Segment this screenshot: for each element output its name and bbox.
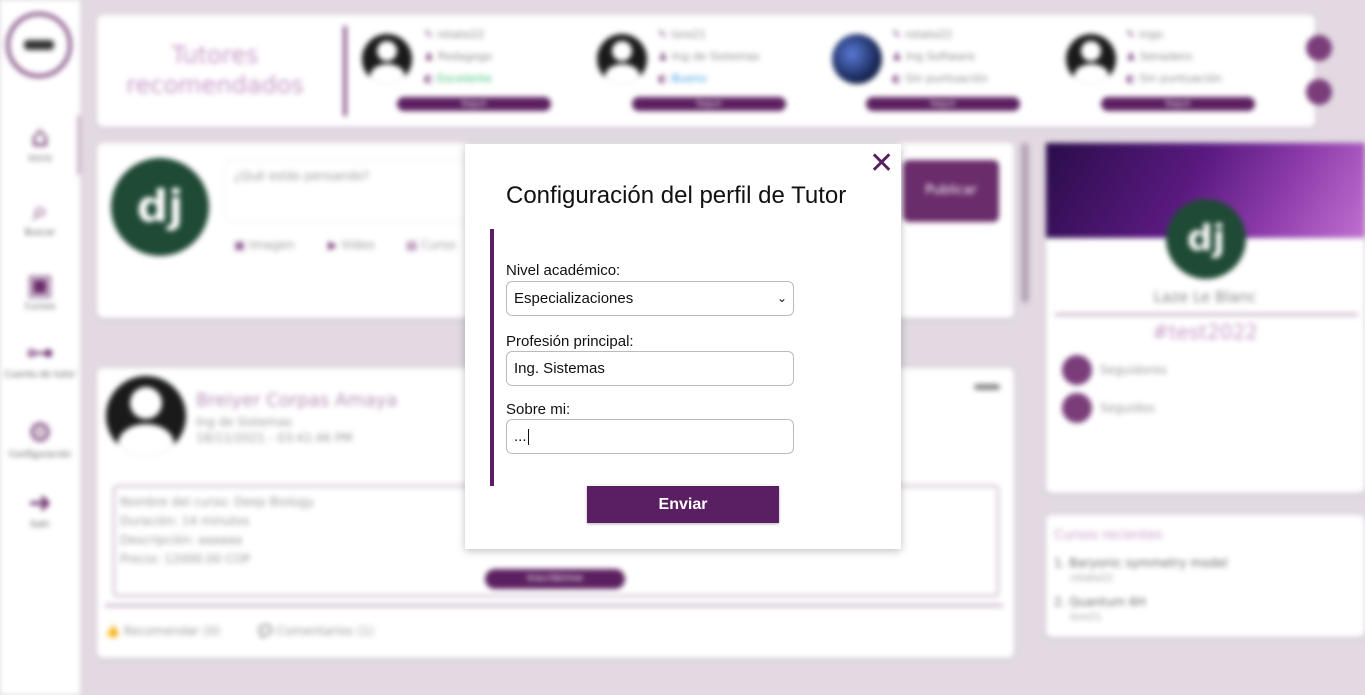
sidebar-scrollbar[interactable] [77, 115, 81, 175]
about-me-input[interactable]: ... [506, 419, 794, 454]
recommend-button[interactable]: 👍 Recomendar (0) [105, 624, 220, 638]
publish-button[interactable]: Publicar [903, 160, 999, 222]
tutor-profile-settings-modal: ✕ Configuración del perfil de Tutor Nive… [465, 144, 901, 549]
chevron-down-icon: ⌄ [776, 291, 787, 305]
modal-accent-bar [490, 229, 494, 486]
close-icon[interactable]: ✕ [869, 148, 894, 180]
tutor-rating: ◐ Bueno [658, 72, 707, 85]
academic-level-select[interactable]: Especializaciones ⌄ [506, 281, 794, 316]
tutor-avatar[interactable] [362, 34, 412, 84]
comments-button[interactable]: 💬 Comentarios (1) [258, 624, 374, 638]
recent-courses-title: Cursos recientes [1054, 528, 1163, 543]
post-divider [105, 604, 1003, 607]
sidebar-item-settings[interactable]: ⚙ Configuración [0, 416, 80, 461]
follow-button[interactable]: Seguir [866, 97, 1020, 111]
tutor-avatar[interactable] [832, 34, 882, 84]
home-icon: ⌂ [31, 120, 49, 153]
post-author-avatar[interactable] [106, 376, 186, 456]
modal-title: Configuración del perfil de Tutor [506, 182, 847, 209]
recent-course-author: lore21 [1070, 612, 1102, 623]
courses-icon: ▣ [26, 268, 54, 301]
profile-tag: #test2022 [1151, 320, 1259, 344]
tutor-avatar[interactable] [1066, 34, 1116, 84]
followers-count[interactable] [1062, 355, 1092, 385]
course-details: Nombre del curso: Deep Biology Duración:… [120, 495, 314, 566]
settings-icon: ⚙ [27, 416, 53, 449]
tutor-avatar[interactable] [597, 34, 647, 84]
logout-icon: ➜ [28, 486, 52, 519]
tutor-profession: ♟ Pedagogo [424, 50, 493, 63]
about-me-label: Sobre mi: [506, 401, 571, 418]
search-icon: ⌕ [32, 194, 48, 227]
post-author-profession: Ing de Sistemas [196, 415, 292, 429]
tutor-name: ✎ ingo [1126, 28, 1163, 41]
main-profession-label: Profesión principal: [506, 333, 634, 350]
user-avatar: dj [111, 158, 209, 256]
following-count[interactable] [1062, 393, 1092, 423]
sidebar-item-home[interactable]: ⌂ Inicio [0, 120, 80, 165]
sidebar-item-search[interactable]: ⌕ Buscar [0, 194, 80, 239]
carousel-prev-button[interactable] [1306, 79, 1332, 105]
tutor-name: ✎ rotate22 [424, 28, 485, 41]
recent-course-item[interactable]: 1. Baryonic symmetry model [1054, 556, 1228, 570]
add-course-button[interactable]: ▤ Curso [406, 238, 456, 252]
app-logo[interactable] [6, 12, 72, 78]
follow-button[interactable]: Seguir [1101, 97, 1255, 111]
submit-button[interactable]: Enviar [587, 486, 779, 523]
main-profession-input[interactable]: Ing. Sistemas [506, 351, 794, 386]
enroll-button[interactable]: Inscribirme [485, 569, 625, 589]
post-date: 18/11/2021 - 03:41:46 PM [196, 431, 353, 445]
tutor-account-icon: ⊶ [26, 336, 54, 369]
profile-divider [1055, 313, 1358, 316]
tutor-rating: ◐ Sin puntuación [892, 72, 988, 85]
profile-avatar: dj [1166, 199, 1246, 279]
tutor-name: ✎ rotate22 [892, 28, 953, 41]
tutors-divider [343, 26, 347, 116]
academic-level-label: Nivel académico: [506, 262, 621, 279]
carousel-next-button[interactable] [1306, 35, 1332, 61]
sidebar-item-courses[interactable]: ▣ Cursos [0, 268, 80, 313]
follow-button[interactable]: Seguir [632, 97, 786, 111]
recommended-tutors-title: Tutores recomendados [126, 41, 304, 99]
feed-scrollbar[interactable] [1021, 143, 1029, 303]
tutor-profession: ♟ Ing de Sistemas [658, 50, 760, 63]
sidebar-item-tutor-account[interactable]: ⊶ Cuenta de tutor [0, 336, 80, 381]
followers-label[interactable]: Seguidores [1100, 363, 1167, 377]
add-image-button[interactable]: ▣ Imagen [234, 238, 294, 252]
tutor-profession: ♟ Senadero [1126, 50, 1193, 63]
tutor-rating: ◐ Excelente [424, 72, 492, 85]
following-label[interactable]: Seguidos [1100, 401, 1155, 415]
add-video-button[interactable]: ▶ Video [328, 238, 375, 252]
follow-button[interactable]: Seguir [397, 97, 551, 111]
sidebar: ⌂ Inicio ⌕ Buscar ▣ Cursos ⊶ Cuenta de t… [0, 0, 81, 695]
tutor-rating: ◐ Sin puntuación [1126, 72, 1222, 85]
tutor-name: ✎ lore21 [658, 28, 707, 41]
tutor-profession: ♟ Ing Software [892, 50, 976, 63]
sidebar-item-logout[interactable]: ➜ Salir [0, 486, 80, 531]
profile-name: Laze Le Blanc [1153, 288, 1257, 306]
post-author-name[interactable]: Breiyer Corpas Amaya [196, 390, 397, 411]
recent-course-item[interactable]: 2. Quantum 6H [1054, 595, 1146, 609]
post-options-icon[interactable] [974, 384, 1000, 390]
recent-course-author: rotate22 [1070, 573, 1113, 584]
